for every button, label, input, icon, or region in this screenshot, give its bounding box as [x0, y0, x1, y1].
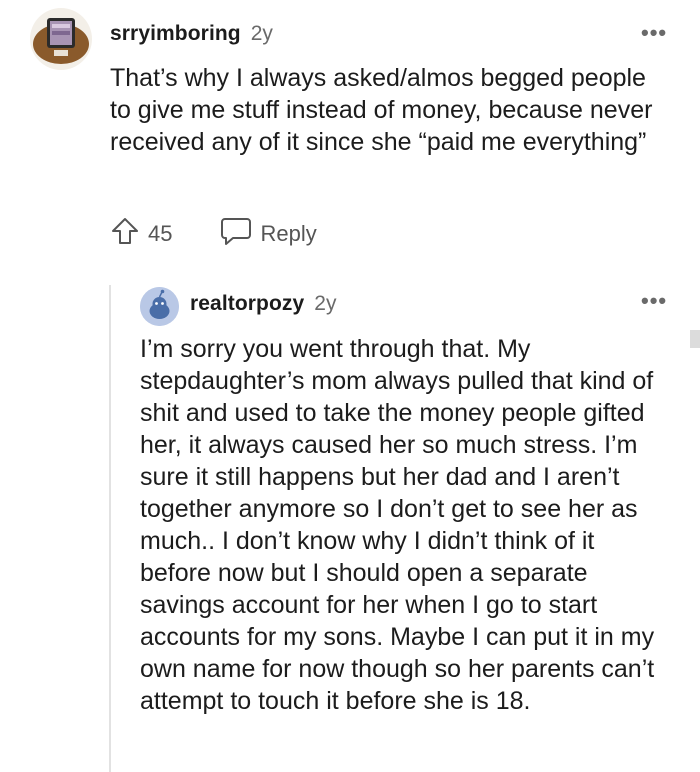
- comment-body: That’s why I always asked/almos begged p…: [110, 64, 653, 156]
- user-avatar[interactable]: [30, 8, 92, 70]
- upvote-button[interactable]: 45: [110, 216, 172, 252]
- comment-username[interactable]: srryimboring: [110, 22, 241, 46]
- reply-more-options-icon[interactable]: •••: [641, 288, 667, 314]
- reply-label: Reply: [260, 221, 317, 246]
- more-options-icon[interactable]: •••: [641, 20, 667, 46]
- upvote-arrow-icon: [110, 216, 140, 252]
- reply-username[interactable]: realtorpozy: [190, 292, 304, 316]
- reply-body: I’m sorry you went through that. My step…: [140, 335, 655, 715]
- reply-age: 2y: [314, 292, 337, 315]
- thread-line[interactable]: [109, 285, 111, 772]
- reply-button[interactable]: Reply: [220, 216, 317, 252]
- speech-bubble-icon: [220, 216, 252, 252]
- reddit-snoo-icon: [140, 287, 179, 326]
- comment-age: 2y: [250, 22, 273, 45]
- upvote-count: 45: [148, 221, 173, 246]
- scrollbar-thumb[interactable]: [690, 330, 700, 348]
- reply-avatar[interactable]: [140, 287, 179, 326]
